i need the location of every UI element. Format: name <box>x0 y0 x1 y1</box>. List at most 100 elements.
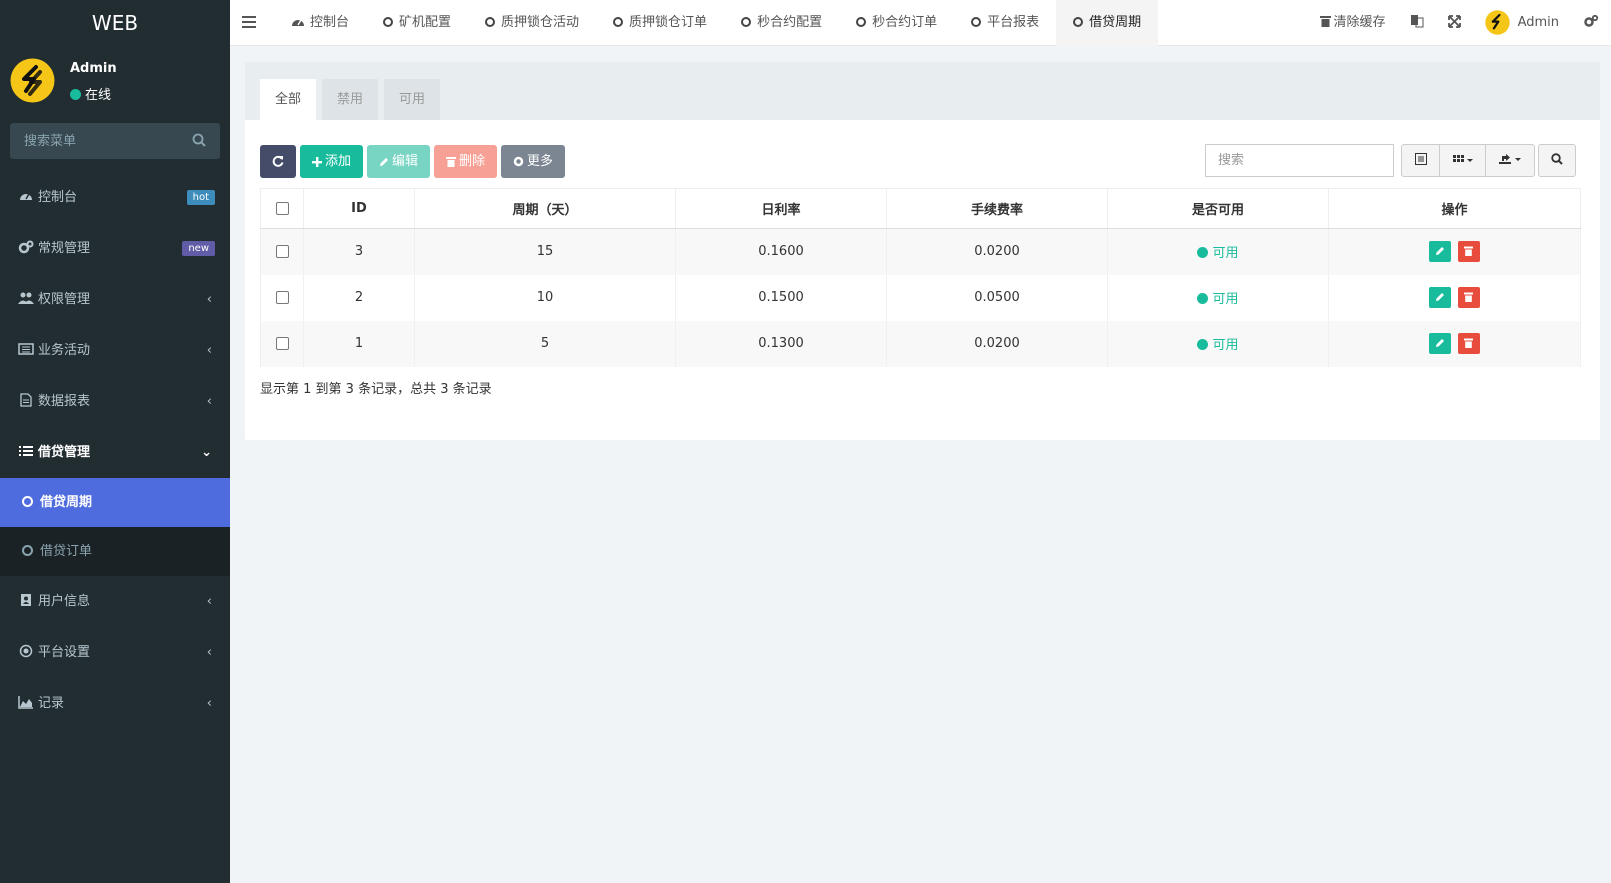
app-logo[interactable]: WEB <box>0 0 230 46</box>
status-badge[interactable]: 可用 <box>1197 338 1239 353</box>
cell-fee-rate: 0.0200 <box>886 320 1108 367</box>
table-row[interactable]: 3 15 0.1600 0.0200 可用 <box>260 228 1581 275</box>
tab-loan-period[interactable]: 借贷周期 <box>1056 0 1159 46</box>
sidebar-item-platform-settings[interactable]: 平台设置 ‹ <box>0 627 230 678</box>
area-chart-icon <box>18 696 33 709</box>
tab-miner-config[interactable]: 矿机配置 <box>366 0 468 46</box>
nav-tabs: 控制台 矿机配置 质押锁仓活动 质押锁仓订单 秒合约配置 秒合约订单 平台报表 … <box>274 0 1159 46</box>
sidebar-item-business[interactable]: 业务活动 ‹ <box>0 325 230 376</box>
toggle-view-button[interactable] <box>1401 144 1440 177</box>
gear-icon <box>1584 14 1599 27</box>
column-header[interactable]: 日利率 <box>675 188 887 229</box>
status-badge[interactable]: 可用 <box>1197 246 1239 261</box>
sidebar-search <box>10 123 220 159</box>
tab-staking-orders[interactable]: 质押锁仓订单 <box>596 0 724 46</box>
more-button[interactable]: 更多 <box>501 145 566 178</box>
delete-button[interactable]: 删除 <box>434 145 498 178</box>
hot-badge: hot <box>186 190 215 205</box>
export-button[interactable] <box>1485 144 1535 177</box>
settings-button[interactable] <box>1571 0 1611 46</box>
table-row[interactable]: 2 10 0.1500 0.0500 可用 <box>260 274 1581 321</box>
filter-tab-all[interactable]: 全部 <box>260 79 317 120</box>
tab-label: 质押锁仓订单 <box>629 15 708 30</box>
table-row[interactable]: 1 5 0.1300 0.0200 可用 <box>260 320 1581 367</box>
sidebar: WEB Admin 在线 控制台 hot 常规管理 new 权限管理 ‹ 业务活… <box>0 0 230 883</box>
circle-icon <box>22 545 33 556</box>
new-badge: new <box>182 241 215 256</box>
sidebar-item-lending[interactable]: 借贷管理 ⌄ <box>0 427 230 478</box>
column-header[interactable]: 手续费率 <box>886 188 1108 229</box>
tab-platform-reports[interactable]: 平台报表 <box>954 0 1056 46</box>
sidebar-item-user-info[interactable]: 用户信息 ‹ <box>0 576 230 627</box>
add-button[interactable]: 添加 <box>300 145 364 178</box>
tab-dashboard[interactable]: 控制台 <box>274 0 366 46</box>
row-edit-button[interactable] <box>1429 333 1452 354</box>
cell-actions <box>1328 274 1581 321</box>
status-badge[interactable]: 可用 <box>1197 292 1239 307</box>
export-icon <box>1499 154 1521 164</box>
sidebar-item-dashboard[interactable]: 控制台 hot <box>0 172 230 223</box>
fullscreen-icon <box>1447 15 1461 28</box>
search-icon[interactable] <box>192 133 206 147</box>
sidebar-search-input[interactable] <box>10 123 180 159</box>
row-edit-button[interactable] <box>1429 287 1452 308</box>
advanced-search-button[interactable] <box>1538 144 1576 177</box>
row-select-cell <box>260 320 304 367</box>
sidebar-item-loan-period[interactable]: 借贷周期 <box>0 478 230 527</box>
column-header[interactable]: ID <box>303 188 415 229</box>
trash-icon <box>1464 338 1474 348</box>
panel-header: 全部 禁用 可用 <box>245 62 1600 120</box>
pencil-icon <box>1436 247 1445 256</box>
pagination-summary: 显示第 1 到第 3 条记录，总共 3 条记录 <box>260 382 492 397</box>
fullscreen-button[interactable] <box>1436 0 1473 46</box>
language-button[interactable] <box>1398 0 1436 46</box>
sidebar-item-reports[interactable]: 数据报表 ‹ <box>0 376 230 427</box>
status-dot-icon <box>1197 339 1209 350</box>
select-all-cell <box>260 188 304 229</box>
sidebar-item-label: 数据报表 <box>38 394 91 409</box>
list-alt-icon <box>1414 153 1427 165</box>
sidebar-item-permissions[interactable]: 权限管理 ‹ <box>0 274 230 325</box>
chevron-left-icon: ‹ <box>206 343 212 358</box>
clear-cache-label: 清除缓存 <box>1333 15 1386 30</box>
edit-button[interactable]: 编辑 <box>367 145 431 178</box>
topbar: 控制台 矿机配置 质押锁仓活动 质押锁仓订单 秒合约配置 秒合约订单 平台报表 … <box>230 0 1611 46</box>
row-edit-button[interactable] <box>1429 241 1452 263</box>
sidebar-item-loan-orders[interactable]: 借贷订单 <box>0 527 230 576</box>
sidebar-item-general[interactable]: 常规管理 new <box>0 223 230 274</box>
column-header[interactable]: 周期（天） <box>414 188 676 229</box>
tab-label: 秒合约订单 <box>872 15 938 30</box>
refresh-button[interactable] <box>260 145 296 178</box>
row-delete-button[interactable] <box>1457 287 1480 308</box>
sidebar-item-label: 用户信息 <box>38 594 91 609</box>
cogs-icon <box>18 240 34 254</box>
tab-contract-orders[interactable]: 秒合约订单 <box>839 0 954 46</box>
columns-button[interactable] <box>1439 144 1486 177</box>
cell-period: 5 <box>414 320 676 367</box>
circle-icon <box>613 17 624 27</box>
user-menu[interactable]: Admin <box>1473 0 1571 46</box>
cell-daily-rate: 0.1500 <box>675 274 887 321</box>
row-delete-button[interactable] <box>1457 333 1480 354</box>
cell-status: 可用 <box>1107 320 1329 367</box>
refresh-icon <box>272 155 284 167</box>
column-header[interactable]: 是否可用 <box>1107 188 1329 229</box>
filter-tab-enabled[interactable]: 可用 <box>384 79 441 120</box>
menu-toggle-icon[interactable] <box>242 13 256 31</box>
filter-tab-disabled[interactable]: 禁用 <box>322 79 379 120</box>
row-checkbox[interactable] <box>275 337 289 350</box>
cell-id: 2 <box>303 274 415 321</box>
tab-contract-config[interactable]: 秒合约配置 <box>724 0 839 46</box>
sidebar-item-records[interactable]: 记录 ‹ <box>0 678 230 729</box>
row-checkbox[interactable] <box>275 291 289 304</box>
clear-cache-button[interactable]: 清除缓存 <box>1308 0 1398 46</box>
sidebar-item-label: 业务活动 <box>38 343 91 358</box>
sidebar-menu: 控制台 hot 常规管理 new 权限管理 ‹ 业务活动 ‹ 数据报表 ‹ 借贷… <box>0 172 230 729</box>
row-delete-button[interactable] <box>1457 241 1480 263</box>
select-all-checkbox[interactable] <box>275 202 289 215</box>
row-checkbox[interactable] <box>275 245 289 259</box>
tab-staking-activity[interactable]: 质押锁仓活动 <box>468 0 596 46</box>
table-search-input[interactable] <box>1205 144 1394 177</box>
dot-circle-icon <box>19 644 33 658</box>
tab-label: 借贷周期 <box>1089 15 1142 30</box>
